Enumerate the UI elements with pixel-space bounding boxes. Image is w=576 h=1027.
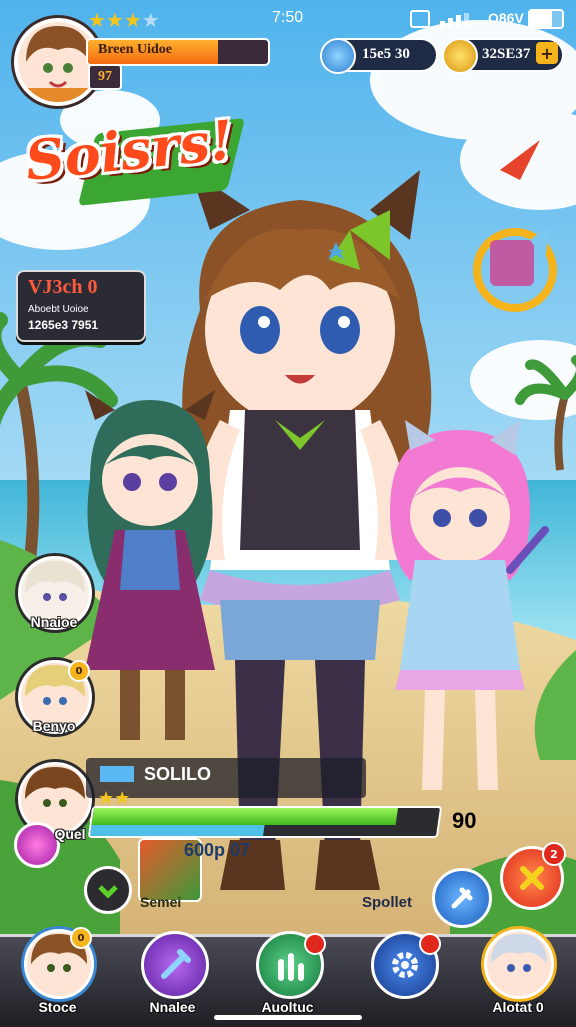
companion-green-hair[interactable] [70,390,230,760]
nav-label-profile: Alotat 0 [492,999,544,1015]
nav-badge-settings [419,933,441,955]
nav-label-battle: Nnalee [149,999,196,1015]
event-title: VJ3ch 0 [28,276,98,298]
party-badge-2: 0 [68,660,90,682]
gem-value: 15e5 30 [362,46,410,62]
coin-icon [442,38,478,74]
player-level-badge: 97 [88,64,122,90]
companion-pink-hair[interactable] [370,420,550,800]
nav-item-upgrade[interactable]: Auoltuc [230,931,345,1027]
wrench-icon [451,887,473,909]
chevron-down-icon [98,885,118,899]
status-time: 7:50 [272,9,304,26]
event-line2: 1265e3 7951 [28,318,99,332]
mp-fill [90,824,265,836]
hero-hp-value: 90 [452,808,477,833]
battery-icon [528,9,564,29]
gem-icon [320,38,356,74]
party-name-1: Nnaioe [30,614,78,630]
coin-value: 32SE37 [482,46,531,62]
hero-name: SOLILO [144,764,211,784]
nav-label-heroes: Stoce [38,999,77,1015]
event-line1: Aboebt Uoioe [28,304,89,315]
chevron-down-button[interactable] [84,866,132,914]
floating-treasure-item[interactable] [460,140,570,320]
nav-item-battle[interactable]: Nnalee [115,931,230,1027]
signal-icon [440,12,480,27]
party-name-2: Benyo [32,718,76,734]
gem-counter[interactable]: 15e5 30 [320,38,438,74]
player-name: Breen Uidoe [98,42,173,57]
hero-element-tag [100,766,134,782]
hp-fill [91,808,399,825]
sword-icon [141,931,209,999]
hero-portrait-icon-2 [484,929,554,999]
cancel-badge: 2 [542,842,566,866]
hero-power-text: 600p 07 [184,840,251,860]
rating-stars: ★★★★ [88,8,160,32]
wifi-icon [410,10,430,28]
nav-badge-heroes: 0 [70,927,92,949]
skill-button[interactable] [432,868,492,928]
carrier-label: O86V [488,10,524,26]
nav-item-profile[interactable]: Alotat 0 [460,929,576,1027]
player-xp-bar: Breen Uidoe [86,38,270,66]
add-coin-button[interactable]: + [536,42,558,64]
action-left-label: Semei [140,894,182,910]
action-right-label: Spollet [362,894,413,911]
event-panel[interactable]: VJ3ch 0 Aboebt Uoioe 1265e3 7951 [16,270,146,342]
coin-counter[interactable]: 32SE37 + [442,38,564,74]
home-indicator [214,1015,362,1020]
nav-label-upgrade: Auoltuc [261,999,314,1015]
bottom-nav: 0 Stoce Nnalee Auoltuc Alotat 0 [0,927,576,1027]
hero-hp-bar [87,806,443,838]
nav-badge-upgrade [304,933,326,955]
nav-item-heroes[interactable]: 0 Stoce [0,927,115,1027]
nav-item-settings[interactable] [345,931,460,1027]
close-icon [520,866,544,890]
